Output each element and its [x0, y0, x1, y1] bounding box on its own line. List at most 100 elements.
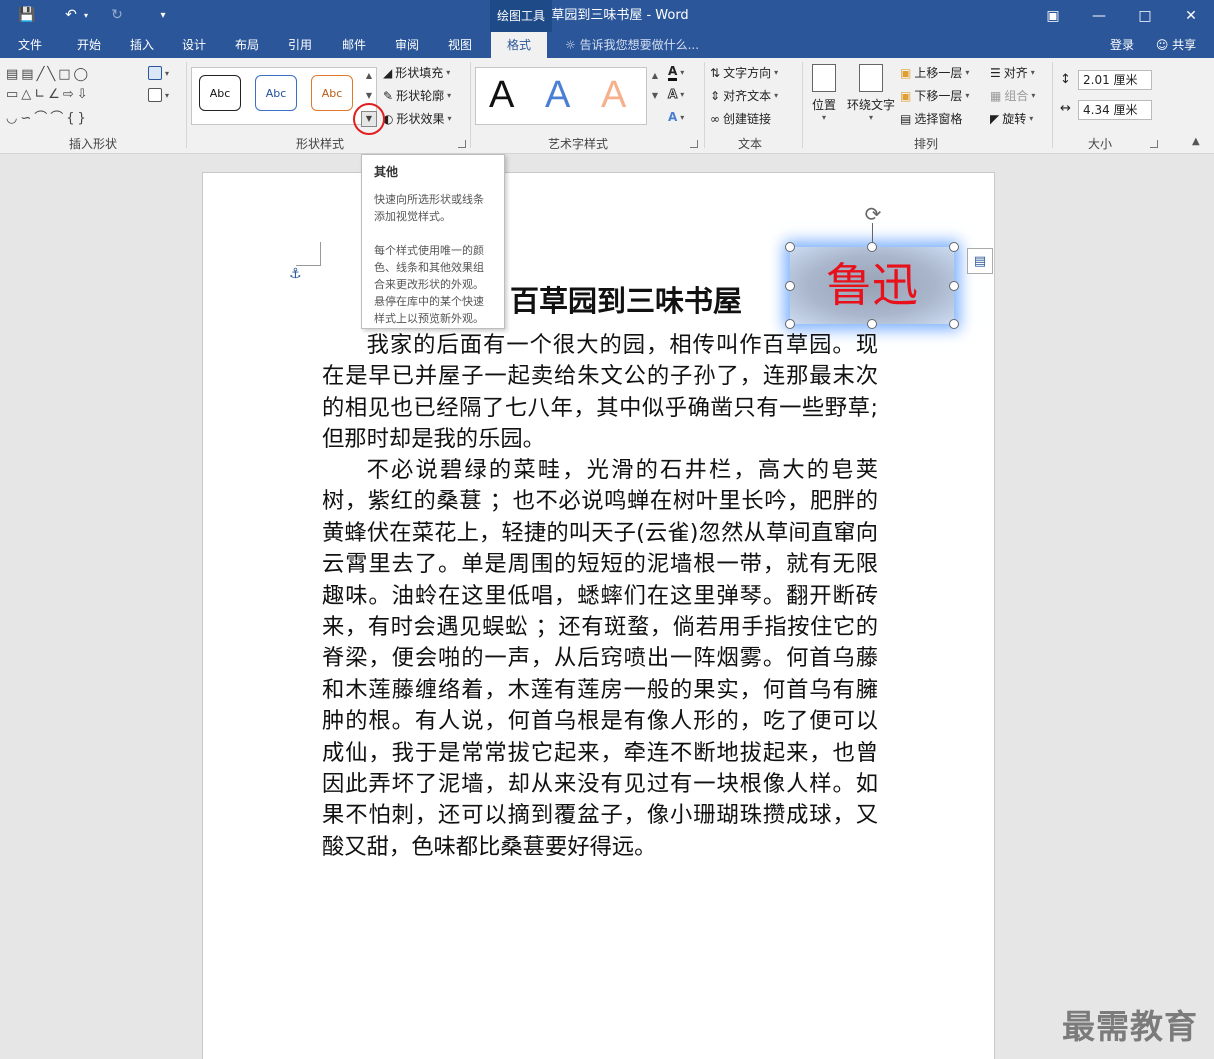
tab-insert[interactable]: 插入	[120, 32, 164, 58]
resize-handle[interactable]	[949, 281, 959, 291]
group-label-arrange: 排列	[913, 137, 938, 151]
undo-dropdown-icon[interactable]: ▾	[80, 4, 92, 26]
resize-handle[interactable]	[867, 319, 877, 329]
text-direction-button[interactable]: ⇅ 文字方向 ▾	[710, 64, 778, 81]
tab-layout[interactable]: 布局	[225, 32, 269, 58]
width-icon: ↔	[1060, 101, 1071, 116]
watermark: 最需教育	[1062, 1007, 1198, 1046]
text-outline-button[interactable]: A ▾	[667, 87, 684, 102]
collapse-ribbon-icon[interactable]: ▲	[1192, 136, 1200, 147]
textbox-text[interactable]: 鲁迅	[790, 247, 954, 324]
context-tab-group: 绘图工具	[490, 0, 552, 32]
close-icon[interactable]: ✕	[1168, 0, 1214, 32]
link-icon: ∞	[710, 111, 720, 126]
bring-forward-icon: ▣	[900, 65, 912, 80]
wordart-preset-black[interactable]: A	[489, 73, 514, 117]
rotate-handle-icon[interactable]: ⟳	[862, 203, 884, 225]
resize-handle[interactable]	[785, 319, 795, 329]
wordart-scroll-up[interactable]: ▲	[648, 67, 662, 85]
wordart-preset-blue[interactable]: A	[545, 73, 570, 117]
bring-forward-label: 上移一层	[914, 66, 963, 80]
group-objects-label: 组合	[1004, 89, 1029, 103]
size-launcher-icon[interactable]	[1150, 140, 1158, 148]
login-button[interactable]: 登录	[1100, 32, 1144, 58]
shape-effects-button[interactable]: ◐ 形状效果 ▾	[383, 110, 452, 127]
minimize-icon[interactable]: —	[1076, 0, 1122, 32]
group-objects-button[interactable]: ▦ 组合 ▾	[990, 87, 1035, 104]
edit-shape-icon[interactable]: ▾	[148, 66, 169, 80]
selection-pane-button[interactable]: ▤ 选择窗格	[900, 110, 962, 127]
save-icon[interactable]: 💾	[14, 4, 40, 26]
rotate-objects-icon: ◤	[990, 111, 1000, 126]
maximize-icon[interactable]: □	[1122, 0, 1168, 32]
margin-marker	[320, 242, 321, 266]
style-preset-1[interactable]: Abc	[199, 75, 241, 111]
align-text-icon: ⇕	[710, 88, 721, 103]
wordart-launcher-icon[interactable]	[690, 140, 698, 148]
align-text-button[interactable]: ⇕ 对齐文本 ▾	[710, 87, 778, 104]
wrap-text-icon	[859, 64, 883, 92]
text-fill-icon: A	[668, 64, 678, 81]
textbox-shape[interactable]: 鲁迅	[790, 247, 954, 324]
shapes-row-1[interactable]: ▤▤╱╲□◯	[6, 67, 91, 82]
resize-handle[interactable]	[785, 281, 795, 291]
align-button[interactable]: ☰ 对齐 ▾	[990, 64, 1035, 81]
resize-handle[interactable]	[785, 242, 795, 252]
tab-view[interactable]: 视图	[438, 32, 482, 58]
rotate-label: 旋转	[1002, 112, 1027, 126]
tab-design[interactable]: 设计	[172, 32, 216, 58]
group-separator	[704, 62, 705, 148]
share-button[interactable]: ☺ 共享	[1148, 32, 1204, 58]
wordart-scroll-down[interactable]: ▼	[648, 87, 662, 105]
group-label-shape-styles: 形状样式	[295, 137, 344, 151]
style-preset-2[interactable]: Abc	[255, 75, 297, 111]
resize-handle[interactable]	[949, 242, 959, 252]
wordart-preset-orange[interactable]: A	[601, 73, 626, 117]
gallery-scroll-up[interactable]: ▲	[361, 67, 377, 85]
style-preset-3[interactable]: Abc	[311, 75, 353, 111]
body-paragraph-1[interactable]: 我家的后面有一个很大的园，相传叫作百草园。现在是早已并屋子一起卖给朱文公的子孙了…	[322, 330, 878, 456]
text-effects-button[interactable]: A ▾	[668, 110, 684, 124]
align-text-label: 对齐文本	[723, 89, 772, 103]
position-button[interactable]: 位置 ▾	[808, 64, 840, 122]
tab-home[interactable]: 开始	[66, 32, 112, 58]
shape-fill-button[interactable]: ◢ 形状填充 ▾	[383, 64, 450, 81]
shape-styles-launcher-icon[interactable]	[458, 140, 466, 148]
group-label-insert-shapes: 插入形状	[68, 137, 117, 151]
layout-options-icon[interactable]: ▤	[967, 248, 993, 274]
tab-file[interactable]: 文件	[8, 32, 52, 58]
tell-me-text: 告诉我您想要做什么...	[579, 38, 700, 52]
shape-width-input[interactable]: 4.34 厘米	[1078, 100, 1152, 120]
send-backward-icon: ▣	[900, 88, 912, 103]
shapes-row-2[interactable]: ▭△∟∠⇨⇩	[6, 87, 91, 102]
shape-outline-label: 形状轮廓	[396, 89, 445, 103]
text-direction-icon: ⇅	[710, 65, 721, 80]
tab-review[interactable]: 审阅	[385, 32, 429, 58]
rotate-button[interactable]: ◤ 旋转 ▾	[990, 110, 1033, 127]
wrap-text-button[interactable]: 环绕文字 ▾	[846, 64, 896, 122]
ribbon-display-icon[interactable]: ▣	[1030, 0, 1076, 32]
align-icon: ☰	[990, 65, 1001, 80]
send-backward-button[interactable]: ▣ 下移一层 ▾	[900, 87, 969, 104]
tell-me-search[interactable]: ☼ 告诉我您想要做什么...	[565, 32, 699, 58]
tab-references[interactable]: 引用	[278, 32, 322, 58]
redo-icon[interactable]: ↻	[104, 4, 130, 26]
resize-handle[interactable]	[867, 242, 877, 252]
shape-fill-label: 形状填充	[395, 66, 444, 80]
tab-mailings[interactable]: 邮件	[332, 32, 376, 58]
bring-forward-button[interactable]: ▣ 上移一层 ▾	[900, 64, 969, 81]
shapes-gallery[interactable]: ▤▤╱╲□◯ ▭△∟∠⇨⇩ ◡∽⌒⌒{}	[6, 67, 142, 127]
shape-height-input[interactable]: 2.01 厘米	[1078, 70, 1152, 90]
tab-format[interactable]: 格式	[491, 32, 547, 58]
shape-outline-button[interactable]: ✎ 形状轮廓 ▾	[383, 87, 451, 104]
draw-textbox-icon[interactable]: ▾	[148, 88, 169, 102]
document-heading[interactable]: 百草园到三味书屋	[510, 278, 742, 320]
resize-handle[interactable]	[949, 319, 959, 329]
group-separator	[186, 62, 187, 148]
text-fill-button[interactable]: A ▾	[668, 64, 684, 81]
create-link-button[interactable]: ∞ 创建链接	[710, 110, 771, 127]
tooltip-title: 其他	[374, 165, 399, 179]
body-paragraph-2[interactable]: 不必说碧绿的菜畦，光滑的石井栏，高大的皂荚树，紫红的桑葚 ；也不必说鸣蝉在树叶里…	[322, 455, 878, 863]
shapes-row-3[interactable]: ◡∽⌒⌒{}	[6, 107, 89, 126]
customize-qat-icon[interactable]: ▾	[150, 4, 176, 26]
